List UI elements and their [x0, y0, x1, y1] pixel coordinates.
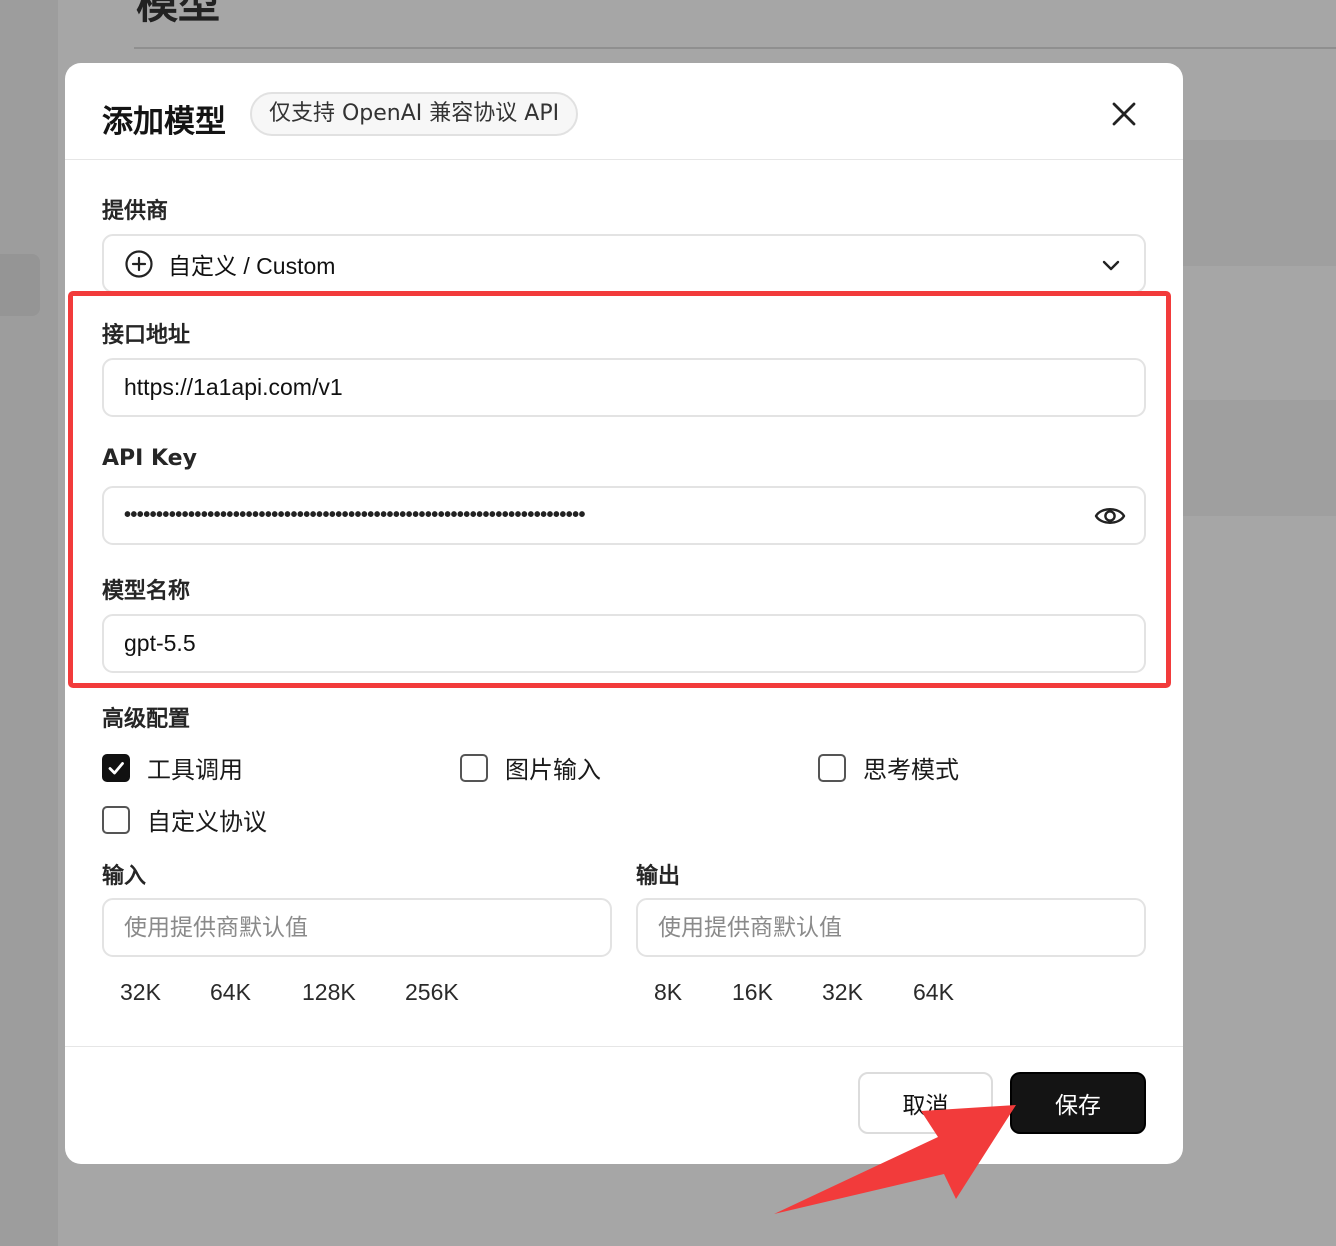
api-key-masked-value: ••••••••••••••••••••••••••••••••••••••••… — [124, 504, 586, 526]
background-sidebar-item — [0, 254, 40, 316]
advanced-config-label: 高级配置 — [102, 707, 191, 732]
output-context-label: 输出 — [636, 864, 681, 889]
cancel-button[interactable]: 取消 — [858, 1072, 993, 1134]
plus-circle-icon — [125, 249, 153, 278]
output-context-input[interactable] — [658, 914, 1144, 941]
model-name-input[interactable]: gpt-5.5 — [102, 614, 1146, 673]
tool-calling-checkbox[interactable]: 工具调用 — [102, 750, 243, 785]
background-panel — [1180, 140, 1336, 266]
footer-divider — [65, 1046, 1183, 1047]
add-model-dialog: 添加模型 仅支持 OpenAI 兼容协议 API 提供商 自定义 / Custo… — [65, 63, 1183, 1164]
endpoint-input[interactable]: https://1a1api.com/v1 — [102, 358, 1146, 417]
dialog-title: 添加模型 — [102, 104, 226, 140]
checkbox-checked-icon[interactable] — [102, 753, 130, 782]
thinking-mode-checkbox[interactable]: 思考模式 — [818, 750, 959, 785]
background-sidebar — [0, 0, 58, 1246]
image-input-checkbox[interactable]: 图片输入 — [460, 750, 601, 785]
background-page-title: 模型 — [136, 0, 221, 28]
tool-calling-label: 工具调用 — [147, 756, 243, 784]
close-button[interactable] — [1107, 97, 1141, 131]
input-preset-64k[interactable]: 64K — [210, 979, 251, 1006]
dialog-header: 添加模型 仅支持 OpenAI 兼容协议 API — [65, 63, 1183, 160]
provider-label: 提供商 — [102, 199, 169, 224]
background-divider — [134, 47, 1336, 49]
api-key-input[interactable]: ••••••••••••••••••••••••••••••••••••••••… — [102, 486, 1146, 545]
checkbox-unchecked-icon[interactable] — [102, 805, 130, 834]
custom-protocol-checkbox[interactable]: 自定义协议 — [102, 802, 267, 837]
model-name-value: gpt-5.5 — [124, 630, 196, 656]
thinking-mode-label: 思考模式 — [863, 756, 959, 784]
input-context-input[interactable] — [124, 914, 610, 941]
endpoint-label: 接口地址 — [102, 323, 191, 348]
protocol-badge: 仅支持 OpenAI 兼容协议 API — [250, 92, 579, 136]
input-preset-256k[interactable]: 256K — [405, 979, 459, 1006]
endpoint-value: https://1a1api.com/v1 — [124, 374, 343, 400]
custom-protocol-label: 自定义协议 — [147, 808, 267, 836]
background-panel — [1180, 400, 1336, 516]
input-context-label: 输入 — [102, 864, 147, 889]
provider-value: 自定义 / Custom — [168, 252, 336, 279]
image-input-label: 图片输入 — [505, 756, 601, 784]
input-context-field[interactable] — [102, 898, 612, 957]
input-preset-128k[interactable]: 128K — [302, 979, 356, 1006]
eye-icon[interactable] — [1094, 502, 1126, 530]
model-name-label: 模型名称 — [102, 579, 191, 604]
output-preset-8k[interactable]: 8K — [654, 979, 682, 1006]
chevron-down-icon — [1102, 260, 1120, 271]
close-icon — [1112, 102, 1136, 126]
output-preset-16k[interactable]: 16K — [732, 979, 773, 1006]
provider-select[interactable]: 自定义 / Custom — [102, 234, 1146, 293]
api-key-label: API Key — [102, 446, 197, 471]
output-context-field[interactable] — [636, 898, 1146, 957]
checkbox-unchecked-icon[interactable] — [818, 753, 846, 782]
input-preset-32k[interactable]: 32K — [120, 979, 161, 1006]
output-preset-32k[interactable]: 32K — [822, 979, 863, 1006]
output-preset-64k[interactable]: 64K — [913, 979, 954, 1006]
save-button[interactable]: 保存 — [1010, 1072, 1146, 1134]
checkbox-unchecked-icon[interactable] — [460, 753, 488, 782]
